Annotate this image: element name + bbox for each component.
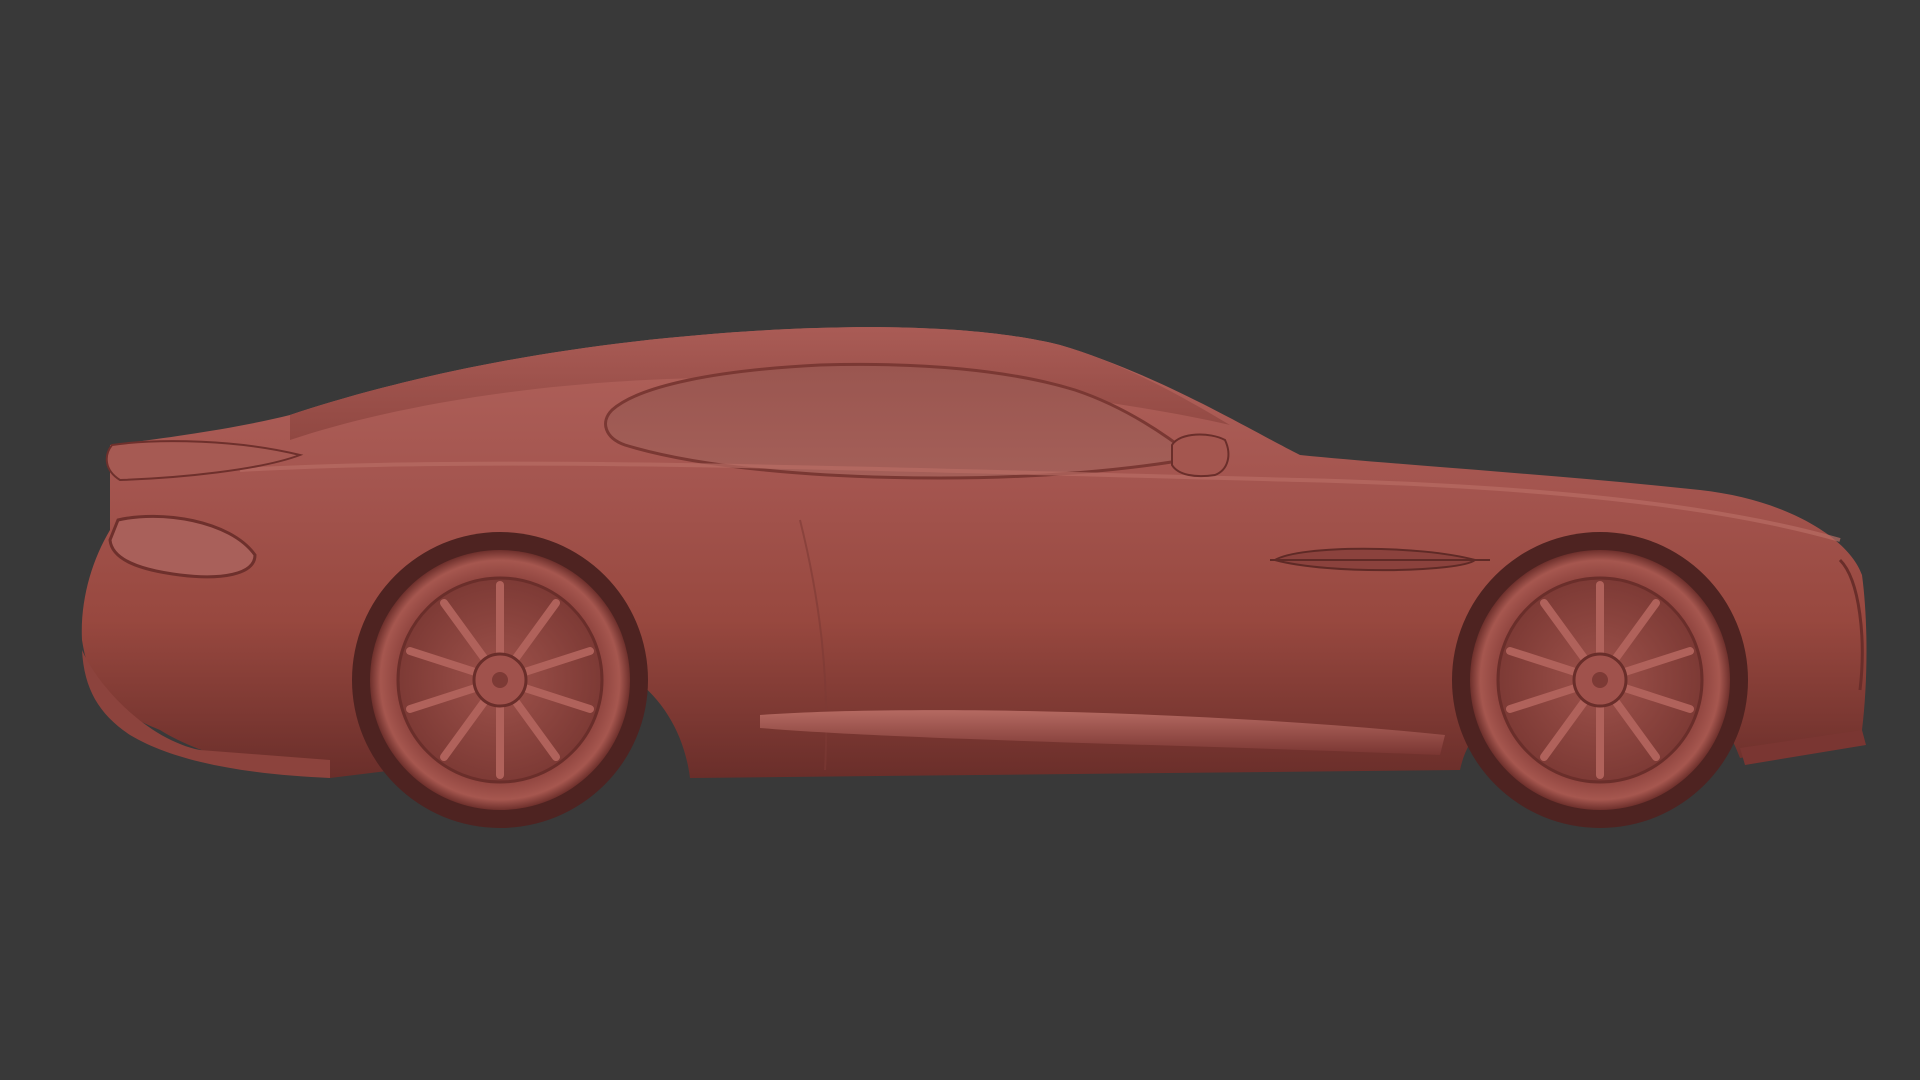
rear-wheel [352, 532, 648, 828]
side-mirror [1171, 433, 1230, 478]
car-model-render[interactable] [0, 0, 1920, 1080]
rear-hub-cap [492, 672, 508, 688]
front-hub-cap [1592, 672, 1608, 688]
3d-viewport[interactable] [0, 0, 1920, 1080]
front-wheel [1452, 532, 1748, 828]
